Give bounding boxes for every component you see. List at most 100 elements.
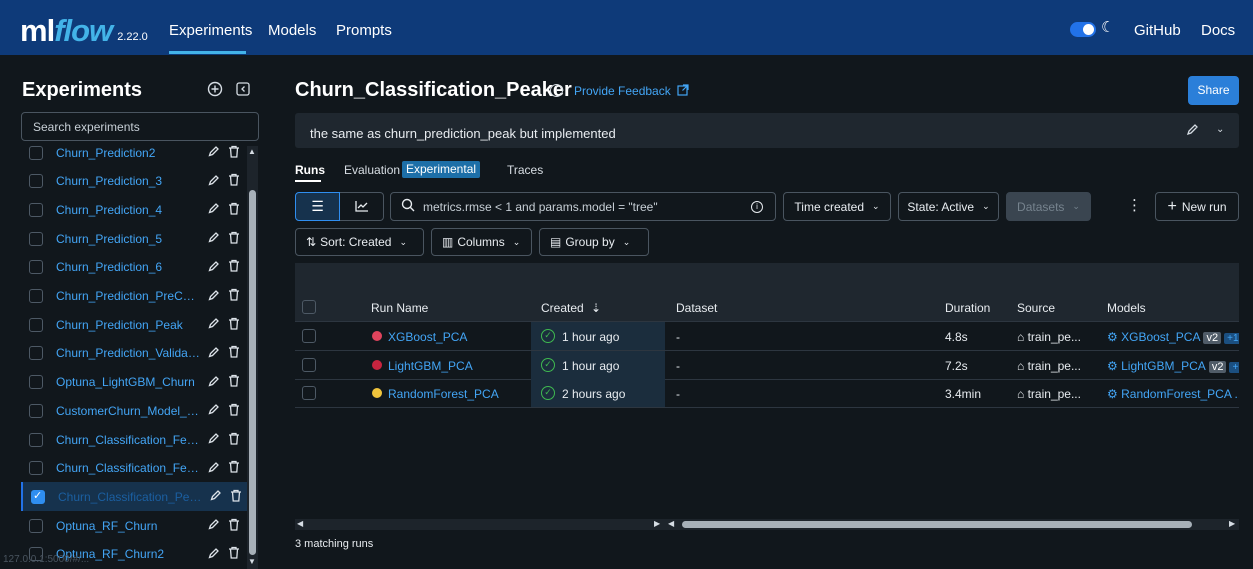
run-name-link[interactable]: RandomForest_PCA bbox=[388, 387, 499, 401]
edit-icon[interactable] bbox=[207, 174, 221, 189]
experiment-name[interactable]: Optuna_RF_Churn bbox=[56, 519, 201, 533]
trash-icon[interactable] bbox=[227, 403, 241, 419]
experiment-item[interactable]: Optuna_RF_Churn bbox=[21, 511, 247, 540]
trash-icon[interactable] bbox=[227, 518, 241, 534]
tab-evaluation[interactable]: Evaluation bbox=[344, 163, 400, 177]
experiment-name[interactable]: Churn_Prediction_PreCon... bbox=[56, 289, 201, 303]
more-models-badge[interactable]: +1 bbox=[1224, 333, 1239, 344]
trash-icon[interactable] bbox=[227, 317, 241, 333]
tab-runs[interactable]: Runs bbox=[295, 163, 325, 177]
experiment-name[interactable]: Churn_Prediction_Peak bbox=[56, 318, 201, 332]
experiment-item[interactable]: Churn_Prediction_5 bbox=[21, 224, 247, 253]
experiment-checkbox[interactable] bbox=[29, 317, 43, 332]
filter-info-icon[interactable]: i bbox=[751, 200, 763, 213]
experiment-item[interactable]: Churn_Prediction_4 bbox=[21, 195, 247, 224]
trash-icon[interactable] bbox=[227, 231, 241, 247]
edit-description-icon[interactable] bbox=[1186, 123, 1199, 139]
experiment-checkbox[interactable] bbox=[29, 375, 43, 390]
source-cell[interactable]: ⌂ train_pe... bbox=[1017, 387, 1081, 401]
nav-models[interactable]: Models bbox=[268, 0, 316, 55]
filter-search-input[interactable]: metrics.rmse < 1 and params.model = "tre… bbox=[390, 192, 776, 221]
header-duration[interactable]: Duration bbox=[945, 301, 990, 315]
header-created[interactable]: Created ⇣ bbox=[541, 301, 601, 315]
experiment-name[interactable]: Churn_Classification_Feat... bbox=[56, 433, 201, 447]
edit-icon[interactable] bbox=[209, 489, 223, 504]
select-all-checkbox[interactable] bbox=[302, 300, 316, 314]
experiment-name[interactable]: Churn_Prediction_5 bbox=[56, 232, 201, 246]
edit-icon[interactable] bbox=[207, 145, 221, 160]
experiment-checkbox[interactable] bbox=[29, 289, 43, 303]
provide-feedback-link[interactable]: Provide Feedback bbox=[574, 84, 689, 98]
datasets-dropdown[interactable]: Datasets ⌄ bbox=[1006, 192, 1091, 221]
table-row[interactable]: LightGBM_PCA ✓ 1 hour ago - 7.2s ⌂ train_pe..… bbox=[295, 350, 1239, 380]
run-name-link[interactable]: LightGBM_PCA bbox=[388, 359, 473, 373]
table-scrollbar-thumb[interactable] bbox=[682, 521, 1192, 528]
trash-icon[interactable] bbox=[227, 173, 241, 189]
sort-dropdown[interactable]: ⇅ Sort: Created ⌄ bbox=[295, 228, 424, 256]
experiment-item[interactable]: Churn_Prediction_Peak bbox=[21, 310, 247, 339]
edit-icon[interactable] bbox=[207, 231, 221, 246]
source-cell[interactable]: ⌂ train_pe... bbox=[1017, 330, 1081, 344]
add-experiment-icon[interactable] bbox=[207, 81, 223, 101]
trash-icon[interactable] bbox=[227, 202, 241, 218]
experiment-name[interactable]: Churn_Prediction_6 bbox=[56, 260, 201, 274]
model-link[interactable]: RandomForest_PCA ... bbox=[1121, 387, 1239, 401]
experiment-checkbox[interactable] bbox=[29, 518, 43, 533]
tab-traces[interactable]: Traces bbox=[507, 163, 543, 177]
edit-icon[interactable] bbox=[207, 547, 221, 562]
expand-description-icon[interactable]: ⌄ bbox=[1216, 124, 1224, 135]
experiment-name[interactable]: Churn_Classification_Feat... bbox=[56, 461, 201, 475]
source-cell[interactable]: ⌂ train_pe... bbox=[1017, 359, 1081, 373]
edit-icon[interactable] bbox=[207, 403, 221, 418]
experiment-name[interactable]: Churn_Prediction_Validati... bbox=[56, 346, 201, 360]
experiment-checkbox[interactable] bbox=[29, 174, 43, 189]
edit-icon[interactable] bbox=[207, 518, 221, 533]
experiment-checkbox[interactable] bbox=[29, 231, 43, 246]
row-checkbox[interactable] bbox=[302, 357, 316, 372]
sidebar-scrollbar-thumb[interactable] bbox=[249, 190, 256, 555]
edit-icon[interactable] bbox=[207, 289, 221, 304]
experiment-item[interactable]: Churn_Prediction2 bbox=[21, 138, 247, 167]
mlflow-logo[interactable]: ml flow 2.22.0 bbox=[20, 8, 148, 48]
experiment-name[interactable]: Churn_Prediction2 bbox=[56, 146, 201, 160]
edit-icon[interactable] bbox=[207, 461, 221, 476]
edit-icon[interactable] bbox=[207, 375, 221, 390]
time-created-dropdown[interactable]: Time created ⌄ bbox=[783, 192, 891, 221]
more-models-badge[interactable]: + bbox=[1229, 361, 1239, 373]
trash-icon[interactable] bbox=[227, 145, 241, 161]
search-experiments-input[interactable] bbox=[21, 112, 259, 141]
chart-view-button[interactable] bbox=[340, 192, 384, 221]
header-models[interactable]: Models bbox=[1107, 301, 1146, 315]
more-options-icon[interactable]: ⋮ bbox=[1127, 196, 1142, 214]
trash-icon[interactable] bbox=[227, 546, 241, 562]
columns-dropdown[interactable]: ▥ Columns ⌄ bbox=[431, 228, 532, 256]
experiment-item[interactable]: Churn_Prediction_Validati... bbox=[21, 339, 247, 368]
header-source[interactable]: Source bbox=[1017, 301, 1055, 315]
table-row[interactable]: XGBoost_PCA ✓ 1 hour ago - 4.8s ⌂ train_pe...… bbox=[295, 322, 1239, 351]
experiment-name[interactable]: CustomerChurn_Model_R... bbox=[56, 404, 201, 418]
trash-icon[interactable] bbox=[227, 259, 241, 275]
experiment-checkbox[interactable] bbox=[29, 145, 43, 160]
new-run-button[interactable]: + New run bbox=[1155, 192, 1239, 221]
scroll-left-arrow-icon[interactable]: ◀ bbox=[668, 519, 674, 528]
table-view-button[interactable]: ☰ bbox=[295, 192, 340, 221]
experiment-checkbox[interactable] bbox=[29, 432, 43, 447]
edit-icon[interactable] bbox=[207, 317, 221, 332]
trash-icon[interactable] bbox=[229, 489, 243, 505]
experiment-checkbox[interactable] bbox=[29, 461, 43, 476]
collapse-sidebar-icon[interactable] bbox=[236, 82, 250, 100]
state-dropdown[interactable]: State: Active ⌄ bbox=[898, 192, 999, 221]
trash-icon[interactable] bbox=[227, 374, 241, 390]
experiment-name[interactable]: Churn_Classification_Peaker bbox=[58, 490, 203, 504]
experiment-checkbox[interactable] bbox=[29, 260, 43, 275]
info-icon[interactable]: i bbox=[550, 84, 563, 97]
share-button[interactable]: Share bbox=[1188, 76, 1239, 105]
experiment-item[interactable]: Optuna_LightGBM_Churn bbox=[21, 368, 247, 397]
scroll-right-arrow-icon[interactable]: ▶ bbox=[1229, 519, 1235, 528]
experiment-item[interactable]: Churn_Classification_Feat... bbox=[21, 454, 247, 483]
group-by-dropdown[interactable]: ▤ Group by ⌄ bbox=[539, 228, 649, 256]
row-checkbox[interactable] bbox=[302, 386, 316, 401]
trash-icon[interactable] bbox=[227, 345, 241, 361]
experiment-name[interactable]: Churn_Prediction_4 bbox=[56, 203, 201, 217]
nav-experiments[interactable]: Experiments bbox=[169, 0, 252, 55]
